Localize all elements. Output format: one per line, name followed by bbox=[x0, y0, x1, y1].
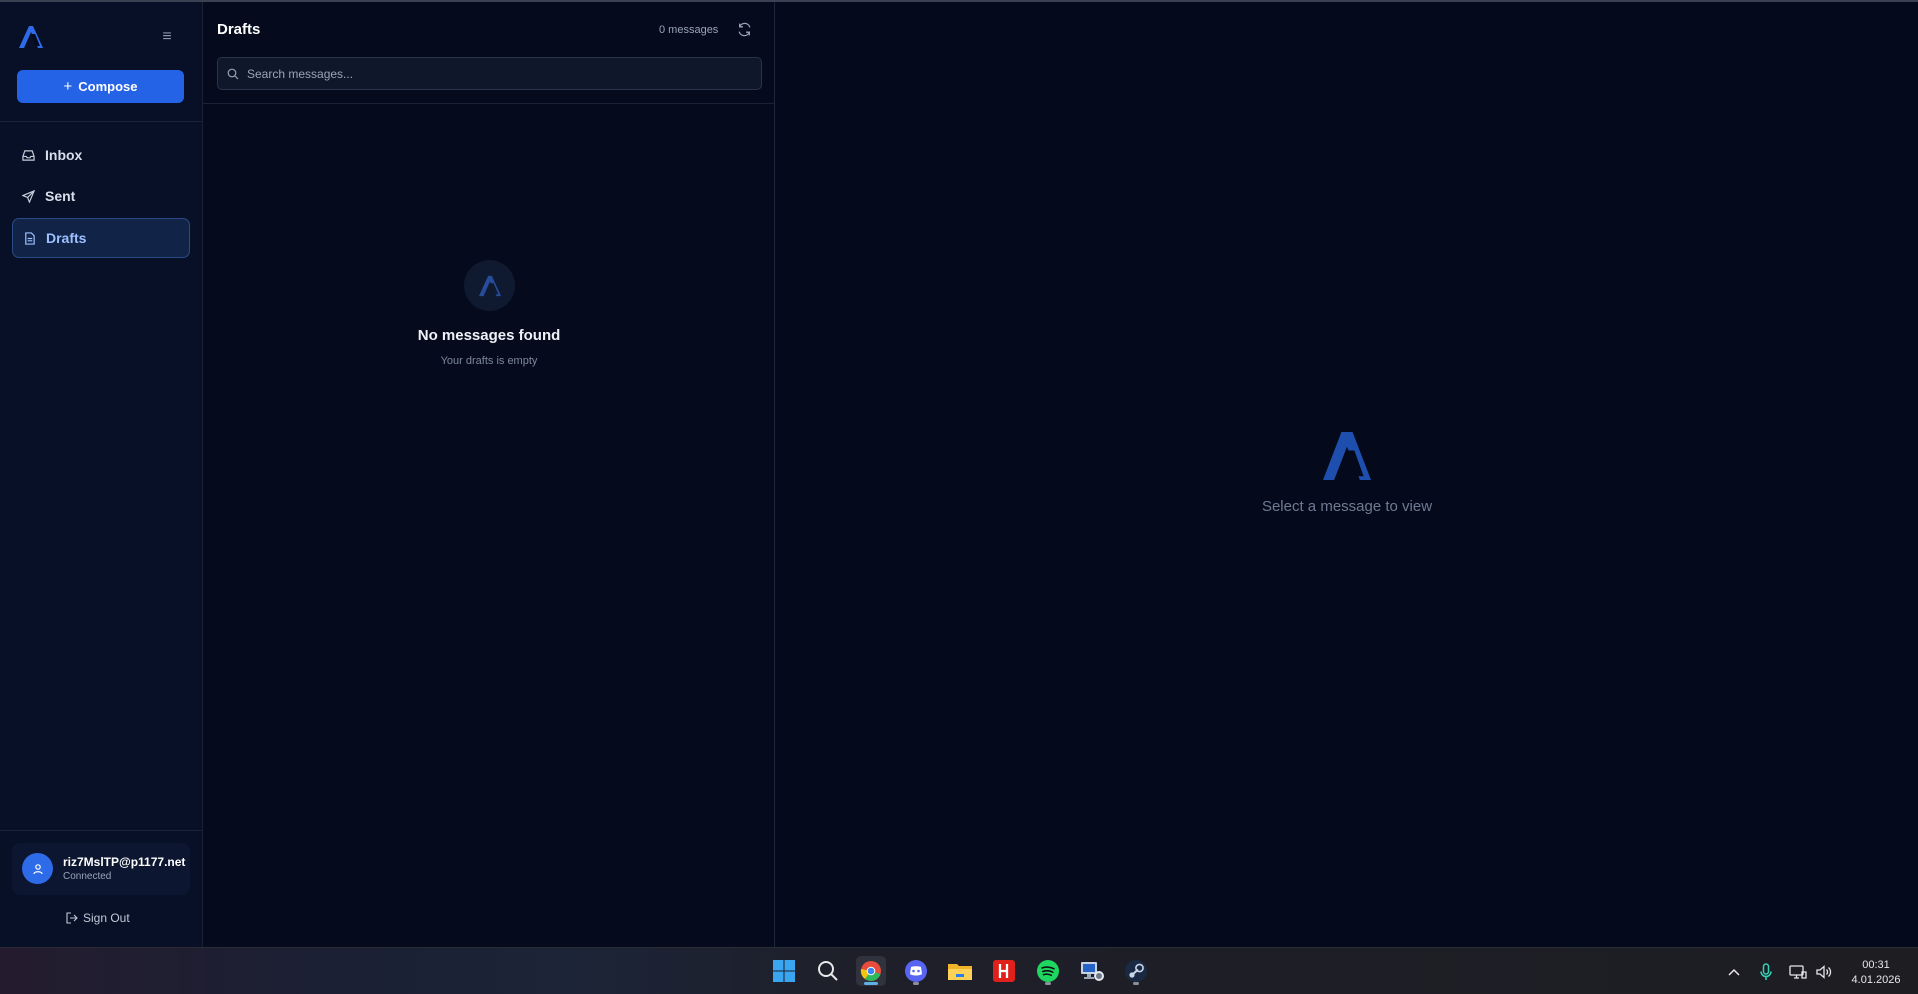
network-icon[interactable] bbox=[1789, 962, 1807, 982]
sign-out-icon bbox=[66, 912, 78, 924]
sidebar-item-label: Drafts bbox=[46, 230, 87, 246]
user-icon bbox=[32, 863, 43, 874]
avatar bbox=[22, 853, 53, 884]
clock-date: 4.01.2026 bbox=[1851, 974, 1901, 986]
empty-state-title: No messages found bbox=[417, 327, 561, 344]
empty-state-logo bbox=[464, 260, 515, 311]
inbox-icon bbox=[22, 149, 35, 161]
red-app-icon[interactable] bbox=[989, 956, 1019, 986]
system-clock[interactable]: 00:31 4.01.2026 bbox=[1846, 958, 1906, 988]
message-list-pane: Drafts 0 messages No messages found Your… bbox=[203, 2, 775, 947]
reading-pane: Select a message to view bbox=[776, 2, 1918, 947]
network-app-icon[interactable] bbox=[1077, 956, 1107, 986]
page-title: Drafts bbox=[217, 21, 261, 38]
sidebar-item-inbox[interactable]: Inbox bbox=[12, 135, 190, 175]
running-indicator bbox=[913, 982, 919, 985]
volume-icon[interactable] bbox=[1815, 962, 1833, 982]
sidebar-divider-bottom bbox=[0, 830, 203, 831]
running-indicator bbox=[1045, 982, 1051, 985]
discord-icon[interactable] bbox=[901, 956, 931, 986]
sign-out-button[interactable]: Sign Out bbox=[66, 911, 130, 925]
compose-label: Compose bbox=[78, 79, 138, 94]
search-icon bbox=[227, 68, 239, 79]
menu-toggle-icon[interactable]: ≡ bbox=[158, 28, 176, 46]
refresh-icon[interactable] bbox=[737, 22, 752, 37]
file-icon bbox=[25, 231, 35, 245]
sidebar-divider bbox=[0, 121, 203, 122]
sidebar-item-label: Inbox bbox=[45, 147, 83, 163]
sidebar-item-sent[interactable]: Sent bbox=[12, 176, 190, 216]
search-box[interactable] bbox=[217, 57, 762, 90]
clock-time: 00:31 bbox=[1862, 959, 1890, 971]
windows-start-icon[interactable] bbox=[769, 956, 799, 986]
account-status: Connected bbox=[63, 871, 112, 882]
search-input[interactable] bbox=[247, 66, 747, 81]
taskbar: 00:31 4.01.2026 bbox=[0, 947, 1918, 994]
message-count: 0 messages bbox=[659, 24, 719, 36]
sidebar: ≡ + Compose Inbox Sent Drafts riz7MslTP@… bbox=[0, 2, 203, 947]
app-logo-icon bbox=[478, 275, 501, 296]
chrome-icon[interactable] bbox=[856, 956, 886, 986]
plus-icon: + bbox=[63, 78, 73, 95]
file-explorer-icon[interactable] bbox=[945, 956, 975, 986]
send-icon bbox=[22, 189, 35, 203]
account-email: riz7MslTP@p1177.net bbox=[63, 855, 186, 869]
spotify-icon[interactable] bbox=[1033, 956, 1063, 986]
search-icon[interactable] bbox=[813, 956, 843, 986]
app-logo-icon bbox=[1323, 432, 1371, 480]
active-indicator bbox=[864, 982, 878, 985]
sign-out-label: Sign Out bbox=[83, 911, 130, 925]
chevron-up-icon[interactable] bbox=[1727, 962, 1741, 982]
sidebar-item-drafts[interactable]: Drafts bbox=[12, 218, 190, 258]
account-card[interactable]: riz7MslTP@p1177.net Connected bbox=[12, 843, 190, 895]
empty-state-subtitle: Your drafts is empty bbox=[440, 355, 538, 367]
running-indicator bbox=[1133, 982, 1139, 985]
compose-button[interactable]: + Compose bbox=[17, 70, 184, 103]
app-logo-icon[interactable] bbox=[18, 24, 44, 50]
steam-icon[interactable] bbox=[1121, 956, 1151, 986]
mail-app: ≡ + Compose Inbox Sent Drafts riz7MslTP@… bbox=[0, 0, 1918, 947]
microphone-icon[interactable] bbox=[1760, 962, 1772, 982]
list-divider bbox=[203, 103, 775, 104]
sidebar-item-label: Sent bbox=[45, 188, 76, 204]
reading-pane-placeholder: Select a message to view bbox=[1261, 498, 1433, 515]
